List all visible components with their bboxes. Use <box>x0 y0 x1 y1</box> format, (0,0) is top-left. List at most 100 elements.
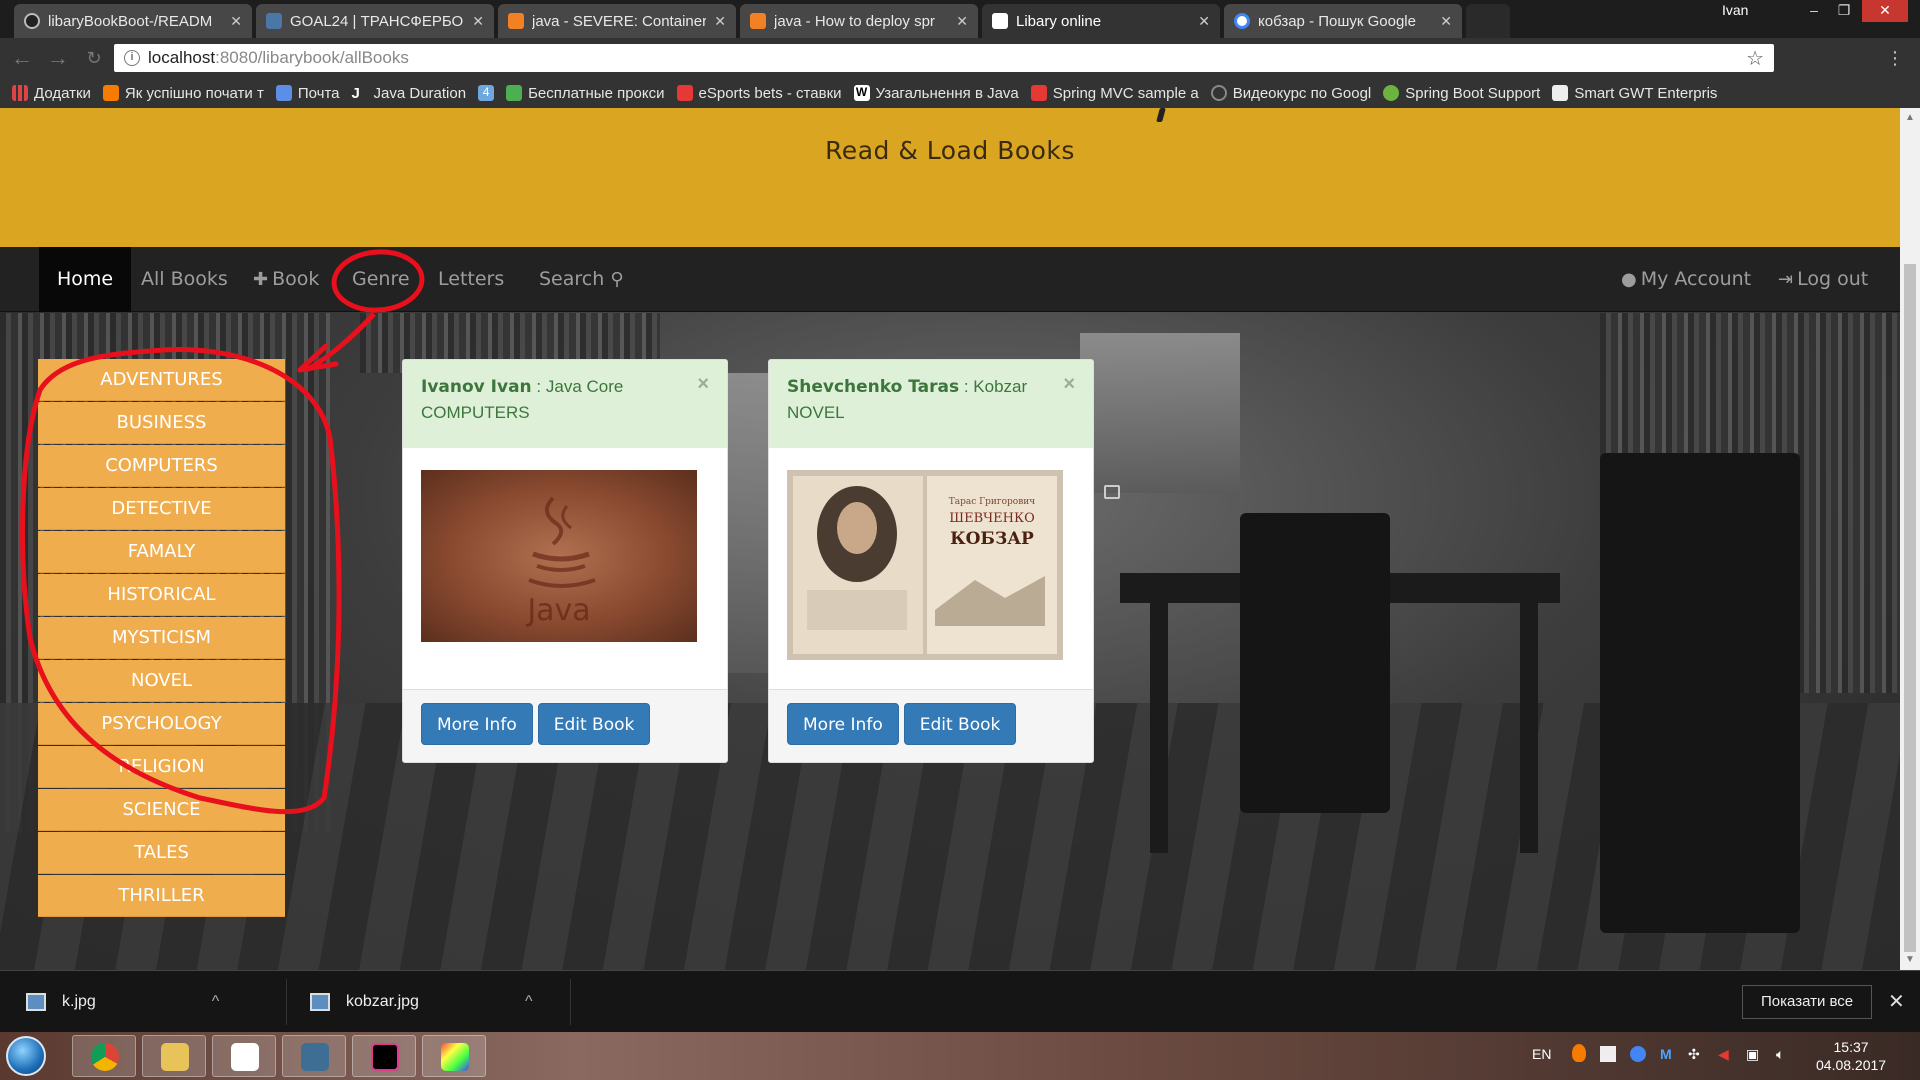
taskbar-app[interactable] <box>282 1035 346 1077</box>
plus-icon: ✚ <box>253 269 269 290</box>
taskbar-chrome[interactable] <box>72 1035 136 1077</box>
genre-religion[interactable]: RELIGION <box>38 746 285 788</box>
download-item[interactable]: k.jpg ^ <box>26 971 219 1033</box>
bookmark-item[interactable]: Бесплатные прокси <box>506 85 665 102</box>
browser-tab[interactable]: java - How to deploy spr ✕ <box>740 4 978 38</box>
tab-close-icon[interactable]: ✕ <box>956 13 968 30</box>
genre-tales[interactable]: TALES <box>38 832 285 874</box>
bookmark-item[interactable]: Почта <box>275 85 340 102</box>
info-icon[interactable]: i <box>124 50 140 66</box>
close-icon[interactable]: × <box>697 372 709 397</box>
tab-close-icon[interactable]: ✕ <box>1440 13 1452 30</box>
browser-tab[interactable]: java - SEVERE: Container ✕ <box>498 4 736 38</box>
page-scrollbar[interactable]: ▲ ▼ <box>1900 108 1920 970</box>
genre-psychology[interactable]: PSYCHOLOGY <box>38 703 285 745</box>
genre-science[interactable]: SCIENCE <box>38 789 285 831</box>
back-icon[interactable]: ← <box>8 44 36 72</box>
bookmark-item[interactable]: eSports bets - ставки <box>676 85 842 102</box>
nav-search[interactable]: Search ⚲ <box>521 247 646 312</box>
windows-taskbar: EN M ✣ ◀ ▣ 🔈︎ 15:37 04.08.2017 <box>0 1032 1920 1080</box>
genre-famaly[interactable]: FAMALY <box>38 531 285 573</box>
chevron-up-icon[interactable]: ^ <box>525 993 533 1011</box>
genre-detective[interactable]: DETECTIVE <box>38 488 285 530</box>
bookmark-item[interactable]: Як успішно почати т <box>102 85 264 102</box>
scroll-thumb[interactable] <box>1904 264 1916 952</box>
bookmarks-bar: Додатки Як успішно почати т Почта J Java … <box>0 78 1920 108</box>
book-author[interactable]: Shevchenko Taras <box>787 377 959 397</box>
more-info-button[interactable]: More Info <box>787 703 899 745</box>
nav-home[interactable]: Home <box>39 247 132 312</box>
nav-book[interactable]: ✚ Book <box>235 247 337 312</box>
nav-my-account[interactable]: ● My Account <box>1603 247 1769 312</box>
browser-tab-active[interactable]: Libary online ✕ <box>982 4 1220 38</box>
scroll-down-icon[interactable]: ▼ <box>1905 954 1915 965</box>
tray-network-icon[interactable]: ✣ <box>1688 1046 1700 1063</box>
nav-all-books[interactable]: All Books <box>123 247 246 312</box>
book-title[interactable]: Kobzar <box>973 377 1027 396</box>
tab-close-icon[interactable]: ✕ <box>472 13 484 30</box>
taskbar-paint[interactable] <box>422 1035 486 1077</box>
bookmark-star-icon[interactable]: ☆ <box>1746 46 1764 71</box>
bookmark-item[interactable]: J Java Duration <box>352 85 467 103</box>
tab-close-icon[interactable]: ✕ <box>1198 13 1210 30</box>
tray-chrome-icon[interactable] <box>1630 1046 1646 1062</box>
address-bar[interactable]: i localhost:8080/libarybook/allBooks ☆ <box>114 44 1774 72</box>
close-window-icon[interactable]: ✕ <box>1862 0 1908 22</box>
tray-icon[interactable] <box>1600 1046 1616 1062</box>
book-cover-java[interactable]: Java <box>421 470 697 642</box>
scroll-up-icon[interactable]: ▲ <box>1905 112 1915 123</box>
genre-computers[interactable]: COMPUTERS <box>38 445 285 487</box>
genre-thriller[interactable]: THRILLER <box>38 875 285 917</box>
nav-letters[interactable]: Letters <box>420 247 522 312</box>
browser-tab[interactable]: кобзар - Пошук Google ✕ <box>1224 4 1462 38</box>
tray-alert-icon[interactable]: ◀ <box>1718 1046 1729 1063</box>
book-cover-kobzar[interactable]: Тарас Григорович ШЕВЧЕНКО КОБЗАР <box>787 470 1063 660</box>
reload-icon[interactable]: ↻ <box>80 44 108 72</box>
show-all-button[interactable]: Показати все <box>1742 985 1873 1019</box>
genre-mysticism[interactable]: MYSTICISM <box>38 617 285 659</box>
start-button[interactable] <box>6 1036 46 1076</box>
tray-m-icon[interactable]: M <box>1660 1046 1672 1062</box>
book-card: Shevchenko Taras : Kobzar NOVEL × Тарас … <box>768 359 1094 763</box>
system-clock[interactable]: 15:37 04.08.2017 <box>1816 1038 1886 1074</box>
close-icon[interactable]: ✕ <box>1888 989 1905 1014</box>
language-indicator[interactable]: EN <box>1532 1046 1551 1062</box>
minimize-icon[interactable]: – <box>1800 0 1828 22</box>
tray-monitor-icon[interactable]: ▣ <box>1746 1046 1759 1063</box>
bookmark-item[interactable]: Видеокурс по Googl <box>1210 85 1371 102</box>
bookmark-item[interactable]: W Узагальнення в Java <box>853 85 1019 102</box>
download-item[interactable]: kobzar.jpg ^ <box>310 971 532 1033</box>
bookmark-apps[interactable]: Додатки <box>12 85 91 102</box>
google-icon <box>1234 13 1250 29</box>
browser-menu-icon[interactable]: ⋮ <box>1886 48 1904 69</box>
tab-close-icon[interactable]: ✕ <box>230 13 242 30</box>
edit-book-button[interactable]: Edit Book <box>537 703 651 745</box>
genre-historical[interactable]: HISTORICAL <box>38 574 285 616</box>
browser-tab[interactable]: libaryBookBoot-/READM ✕ <box>14 4 252 38</box>
genre-novel[interactable]: NOVEL <box>38 660 285 702</box>
bookmark-item[interactable]: Smart GWT Enterpris <box>1552 85 1717 102</box>
new-tab-button[interactable] <box>1466 4 1510 38</box>
nav-log-out[interactable]: ⇥ Log out <box>1760 247 1886 312</box>
book-author[interactable]: Ivanov Ivan <box>421 377 532 397</box>
close-icon[interactable]: × <box>1063 372 1075 397</box>
genre-adventures[interactable]: ADVENTURES <box>38 359 285 401</box>
book-title[interactable]: Java Core <box>546 377 623 396</box>
nav-genre[interactable]: Genre <box>334 247 428 312</box>
edit-book-button[interactable]: Edit Book <box>903 703 1017 745</box>
taskbar-app[interactable] <box>212 1035 276 1077</box>
taskbar-intellij[interactable] <box>352 1035 416 1077</box>
bookmark-item[interactable]: Spring Boot Support <box>1383 85 1540 102</box>
more-info-button[interactable]: More Info <box>421 703 533 745</box>
taskbar-explorer[interactable] <box>142 1035 206 1077</box>
chevron-up-icon[interactable]: ^ <box>212 993 220 1011</box>
bookmark-item[interactable]: Spring MVC sample a <box>1030 85 1199 102</box>
bookmark-item[interactable]: 4 <box>478 85 495 101</box>
browser-tab[interactable]: GOAL24 | ТРАНСФЕРБО ✕ <box>256 4 494 38</box>
forward-icon[interactable]: → <box>44 44 72 72</box>
maximize-icon[interactable]: ❐ <box>1830 0 1858 22</box>
genre-business[interactable]: BUSINESS <box>38 402 285 444</box>
tab-close-icon[interactable]: ✕ <box>714 13 726 30</box>
volume-icon[interactable]: 🔈︎ <box>1776 1046 1784 1063</box>
flame-icon[interactable] <box>1572 1044 1586 1062</box>
